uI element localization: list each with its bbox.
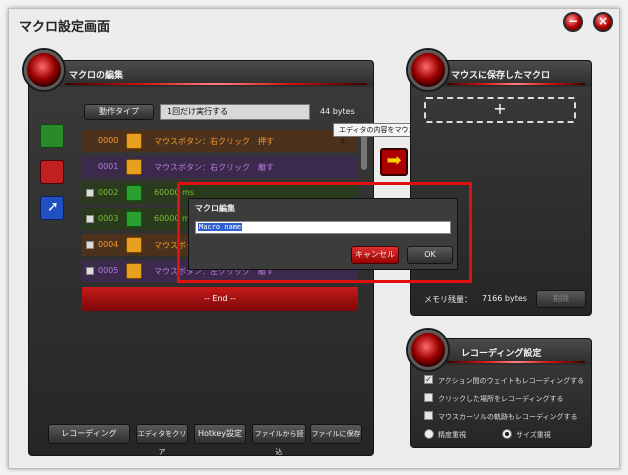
- mouse-icon: [126, 263, 142, 279]
- row-checkbox[interactable]: [86, 189, 94, 197]
- row-checkbox[interactable]: [86, 215, 94, 223]
- row-num: 0003: [98, 214, 119, 223]
- mouse-icon: [126, 237, 142, 253]
- action-type-button[interactable]: 動作タイプ: [84, 104, 154, 120]
- editor-title: マクロの編集: [69, 71, 124, 81]
- row-text: マウスボタン：右クリック 離す: [154, 163, 274, 172]
- editor-size: 44 bytes: [320, 107, 355, 116]
- memory-value: 7166 bytes: [482, 294, 527, 303]
- mouse-tool-icon[interactable]: ➚: [40, 196, 64, 220]
- add-macro-button[interactable]: +: [424, 97, 576, 123]
- row-num: 0002: [98, 188, 119, 197]
- load-file-button[interactable]: ファイルから読込: [252, 424, 306, 456]
- table-row[interactable]: 0001 マウスボタン：右クリック 離す: [82, 156, 358, 178]
- radio-size[interactable]: [502, 429, 512, 439]
- close-icon: ×: [597, 14, 609, 28]
- save-file-button[interactable]: ファイルに保存: [310, 424, 362, 444]
- highlight-box: [177, 182, 472, 283]
- timer-icon: [126, 211, 142, 227]
- mouse-icon: [126, 159, 142, 175]
- checkbox-icon[interactable]: [424, 393, 433, 402]
- saved-orb-icon: [408, 50, 448, 90]
- clear-editor-button[interactable]: エディタをクリア: [136, 424, 188, 456]
- row-num: 0001: [98, 162, 119, 171]
- recording-button-label: レコーディング: [61, 429, 117, 438]
- arrow-right-icon: ➡: [386, 150, 402, 171]
- saved-title: マウスに保存したマクロ: [451, 71, 551, 81]
- memory-label: メモリ残量：: [424, 295, 472, 304]
- recording-button[interactable]: レコーディング: [48, 424, 130, 444]
- radio-accuracy[interactable]: [424, 429, 434, 439]
- editor-orb-icon: [24, 50, 64, 90]
- cursor-icon: ➚: [47, 199, 59, 215]
- window-title: マクロ設定画面: [19, 20, 111, 35]
- checkbox-icon[interactable]: [424, 411, 433, 420]
- row-num: 0005: [98, 266, 119, 275]
- checkbox-checked-icon[interactable]: ✓: [424, 375, 433, 384]
- row-text: マウスボタン：右クリック 押す: [154, 137, 274, 146]
- table-row[interactable]: 0000 マウスボタン：右クリック 押す: [82, 130, 358, 152]
- recording-orb-icon: [408, 330, 448, 370]
- timer-icon: [126, 185, 142, 201]
- row-num: 0000: [98, 136, 119, 145]
- recording-title: レコーディング設定: [461, 349, 542, 359]
- hotkey-button[interactable]: Hotkey設定: [194, 424, 246, 444]
- close-button[interactable]: ×: [593, 12, 613, 32]
- minimize-button[interactable]: −: [563, 12, 583, 32]
- timer-tool-icon[interactable]: [40, 124, 64, 148]
- radio-size-label: サイズ重視: [516, 431, 551, 439]
- action-type-select[interactable]: 1回だけ実行する: [160, 104, 310, 120]
- row-num: 0004: [98, 240, 119, 249]
- delete-button[interactable]: 削除: [536, 290, 586, 308]
- keyboard-tool-icon[interactable]: [40, 160, 64, 184]
- radio-accuracy-label: 精度重視: [438, 431, 466, 439]
- row-checkbox[interactable]: [86, 267, 94, 275]
- end-row[interactable]: -- End --: [82, 287, 358, 311]
- mouse-icon: [126, 133, 142, 149]
- row-checkbox[interactable]: [86, 241, 94, 249]
- minus-icon: −: [567, 14, 579, 28]
- save-to-mouse-button[interactable]: ➡: [380, 148, 408, 176]
